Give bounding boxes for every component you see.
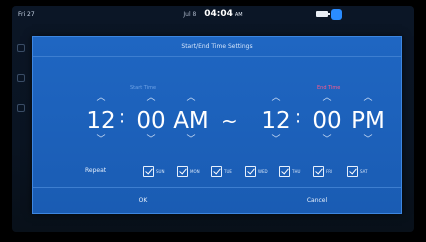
checkbox-icon[interactable] (245, 165, 256, 177)
side-menu-icon[interactable] (17, 104, 25, 112)
start-hour-value[interactable]: 12 (83, 107, 119, 135)
checkbox-icon[interactable] (177, 165, 188, 177)
time-settings-dialog: Start/End Time Settings Start Time End T… (32, 36, 402, 214)
day-toggle-mon[interactable]: MON (177, 165, 200, 177)
end-hour-down-icon[interactable]: ﹀ (271, 135, 281, 145)
end-ampm-down-icon[interactable]: ﹀ (363, 135, 373, 145)
start-minute-down-icon[interactable]: ﹀ (146, 135, 156, 145)
day-toggle-sat[interactable]: SAT (347, 165, 367, 177)
checkbox-icon[interactable] (313, 165, 324, 177)
checkbox-icon[interactable] (211, 165, 222, 177)
range-separator: ~ (221, 109, 238, 133)
start-minute-value[interactable]: 00 (132, 107, 170, 135)
day-label: WED (258, 168, 268, 174)
status-ampm: AM (234, 12, 243, 18)
day-label: TUE (224, 168, 232, 174)
end-hour-value[interactable]: 12 (258, 107, 294, 135)
end-minute-down-icon[interactable]: ﹀ (322, 135, 332, 145)
end-hour-up-icon[interactable]: ︿ (271, 93, 281, 103)
start-time-label: Start Time (130, 85, 157, 91)
battery-icon (316, 11, 330, 17)
end-ampm-up-icon[interactable]: ︿ (363, 93, 373, 103)
dialog-title: Start/End Time Settings (33, 37, 401, 57)
status-time: 04:04 (204, 9, 233, 19)
start-ampm-value[interactable]: AM (170, 107, 212, 135)
start-ampm-up-icon[interactable]: ︿ (186, 93, 196, 103)
end-time-label: End Time (317, 85, 341, 91)
day-label: THU (292, 168, 301, 174)
day-toggle-fri[interactable]: FRI (313, 165, 332, 177)
end-minute-value[interactable]: 00 (308, 107, 346, 135)
dialog-footer: OK Cancel (33, 187, 401, 213)
checkbox-icon[interactable] (279, 165, 290, 177)
end-minute-up-icon[interactable]: ︿ (322, 93, 332, 103)
ok-button[interactable]: OK (83, 188, 203, 214)
start-hour-up-icon[interactable]: ︿ (96, 93, 106, 103)
start-colon: : (119, 106, 126, 128)
status-date: Jul 8 (183, 11, 197, 18)
end-ampm-value[interactable]: PM (347, 107, 389, 135)
side-menu-icon[interactable] (17, 44, 25, 52)
status-bar: Fri 27 Jul 8 04:04 AM (12, 6, 414, 24)
status-clock: Jul 8 04:04 AM (12, 9, 414, 19)
day-toggle-sun[interactable]: SUN (143, 165, 164, 177)
checkbox-icon[interactable] (347, 165, 358, 177)
end-colon: : (295, 106, 302, 128)
start-minute-up-icon[interactable]: ︿ (146, 93, 156, 103)
day-label: SUN (156, 168, 165, 174)
repeat-row: Repeat SUN MON TUE WED THU FRI SAT (33, 165, 401, 179)
day-toggle-thu[interactable]: THU (279, 165, 300, 177)
day-toggle-wed[interactable]: WED (245, 165, 268, 177)
repeat-label: Repeat (85, 167, 107, 174)
day-label: FRI (326, 168, 333, 174)
start-ampm-down-icon[interactable]: ﹀ (186, 135, 196, 145)
day-toggle-tue[interactable]: TUE (211, 165, 232, 177)
start-hour-down-icon[interactable]: ﹀ (96, 135, 106, 145)
connectivity-icon (331, 9, 342, 20)
checkbox-icon[interactable] (143, 165, 154, 177)
side-menu-icon[interactable] (17, 74, 25, 82)
day-label: MON (190, 168, 200, 174)
cancel-button[interactable]: Cancel (257, 188, 377, 214)
display-screen: Fri 27 Jul 8 04:04 AM Start/End Time Set… (12, 6, 414, 232)
day-label: SAT (360, 168, 368, 174)
